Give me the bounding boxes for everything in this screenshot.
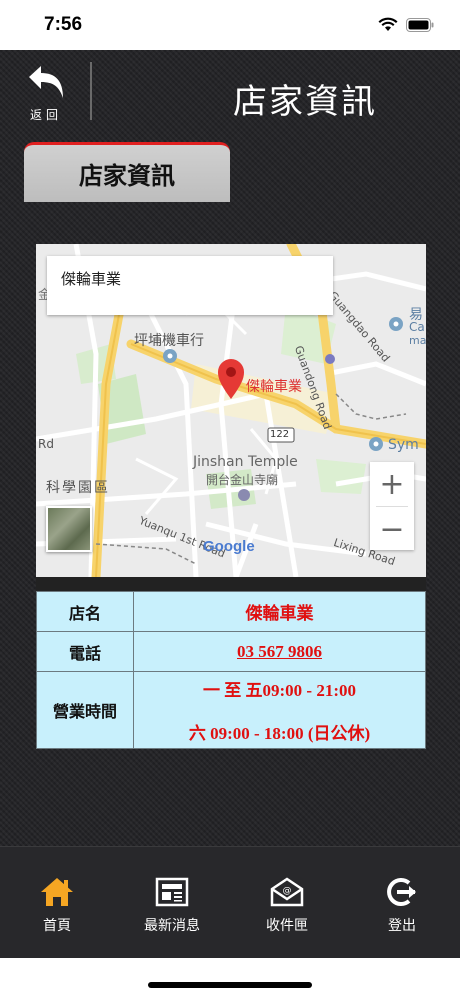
store-name-value: 傑輪車業 <box>133 591 426 632</box>
nav-inbox[interactable]: @ 收件匣 <box>242 877 332 935</box>
map-label-ma: ma <box>409 334 426 347</box>
map-label-sym: Sym <box>388 437 419 453</box>
map-label-route: 122 <box>270 429 290 440</box>
phone-link[interactable]: 03 567 9806 <box>237 642 322 661</box>
hours-saturday: 六 09:00 - 18:00 (日公休) <box>188 724 371 743</box>
nav-inbox-label: 收件匣 <box>266 918 308 934</box>
map-label-pingpu: 坪埔機車行 <box>134 333 204 349</box>
map-label-jinshan-en: Jinshan Temple <box>193 454 298 470</box>
wifi-icon <box>378 17 398 32</box>
svg-text:@: @ <box>283 886 292 896</box>
map-label-jinshan-zh: 開台金山寺廟 <box>206 473 279 487</box>
status-icons <box>378 17 434 32</box>
map-label-rd: Rd <box>38 437 54 451</box>
map-footer-bar <box>36 577 426 591</box>
table-row: 店名 傑輪車業 <box>36 591 426 632</box>
google-logo: Google <box>203 538 255 555</box>
back-label: 返回 <box>29 108 62 122</box>
zoom-in-button[interactable]: + <box>370 462 414 506</box>
hours-weekday: 一 至 五09:00 - 21:00 <box>203 681 356 700</box>
table-row: 營業時間 一 至 五09:00 - 21:00 六 09:00 - 18:00 … <box>36 671 426 749</box>
nav-news-label: 最新消息 <box>144 918 200 934</box>
nav-home[interactable]: 首頁 <box>12 877 102 935</box>
back-button[interactable]: 返回 <box>18 64 74 126</box>
status-bar: 7:56 <box>0 0 460 50</box>
main-screen: 返回 店家資訊 店家資訊 坪埔機車行 傑輪車業 122 Jinshan Temp… <box>0 50 460 846</box>
tab-store-info[interactable]: 店家資訊 <box>24 142 230 202</box>
home-indicator[interactable] <box>148 982 312 988</box>
logout-icon <box>385 877 419 911</box>
mail-icon: @ <box>270 877 304 911</box>
map-label-ca: Ca <box>409 320 425 334</box>
home-icon <box>40 877 74 911</box>
map-view[interactable]: 坪埔機車行 傑輪車業 122 Jinshan Temple 開台金山寺廟 科學園… <box>36 244 426 577</box>
zoom-control: + − <box>370 462 414 550</box>
battery-icon <box>406 17 434 32</box>
map-label-science: 科學園區 <box>46 480 110 496</box>
hours-label: 營業時間 <box>36 671 134 749</box>
satellite-toggle-button[interactable] <box>46 506 92 552</box>
nav-home-label: 首頁 <box>43 918 71 934</box>
hours-cell: 一 至 五09:00 - 21:00 六 09:00 - 18:00 (日公休) <box>133 671 426 749</box>
store-info-table: 店名 傑輪車業 電話 03 567 9806 營業時間 一 至 五09:00 -… <box>36 591 426 749</box>
nav-logout-label: 登出 <box>388 918 416 934</box>
header-divider <box>90 62 92 120</box>
status-time: 7:56 <box>44 14 83 35</box>
nav-news[interactable]: 最新消息 <box>127 877 217 935</box>
table-row: 電話 03 567 9806 <box>36 631 426 672</box>
home-indicator-area <box>0 958 460 996</box>
newspaper-icon <box>155 877 189 911</box>
page-title: 店家資訊 <box>233 82 377 122</box>
bottom-nav: 首頁 最新消息 @ 收件匣 登出 <box>0 846 460 958</box>
map-info-box[interactable]: 傑輪車業 <box>47 256 333 315</box>
store-name-label: 店名 <box>36 591 134 632</box>
map-label-marker: 傑輪車業 <box>246 379 302 395</box>
zoom-out-button[interactable]: − <box>370 507 414 551</box>
phone-label: 電話 <box>36 631 134 672</box>
back-arrow-icon <box>25 64 67 104</box>
phone-cell: 03 567 9806 <box>133 631 426 672</box>
nav-logout[interactable]: 登出 <box>357 877 447 935</box>
